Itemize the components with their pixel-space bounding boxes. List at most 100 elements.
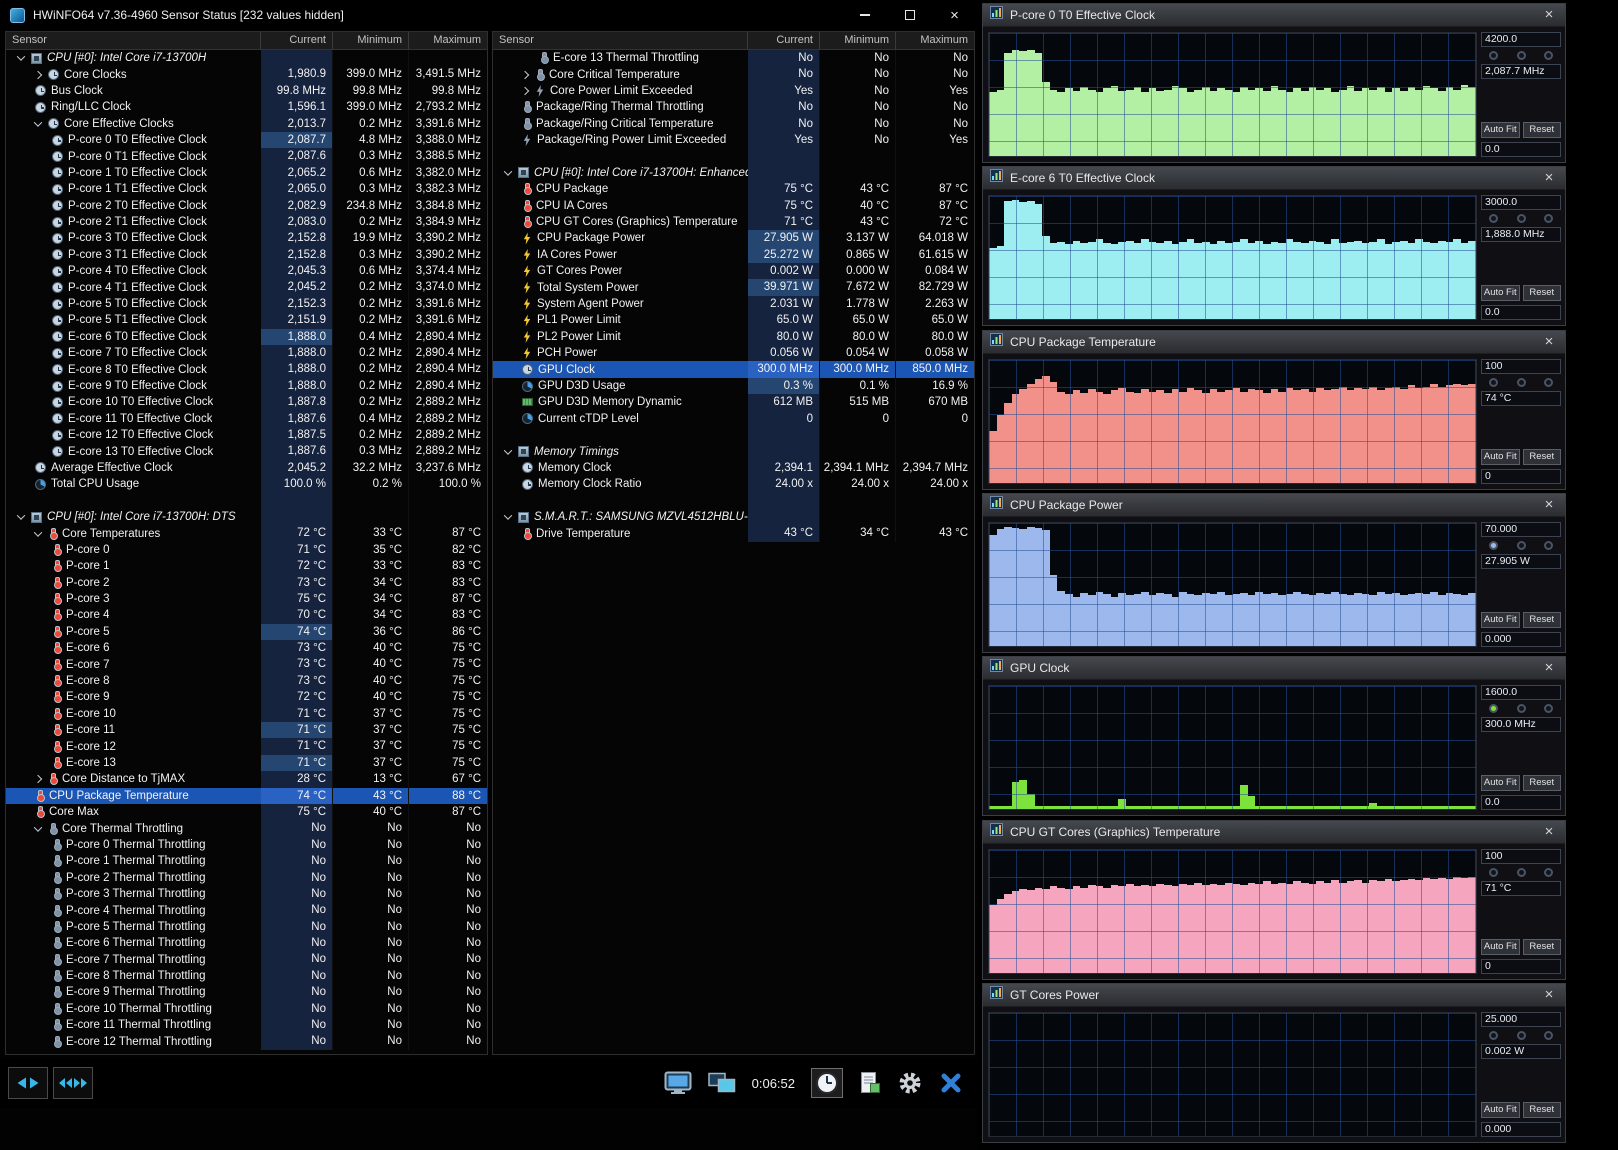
color-led[interactable]: [1517, 868, 1526, 877]
sensor-row[interactable]: Core Clocks1,980.9 MHz399.0 MHz3,491.5 M…: [6, 66, 487, 82]
auto-fit-button[interactable]: Auto Fit: [1481, 939, 1520, 955]
sensor-row[interactable]: P-core 2 T0 Effective Clock2,082.9 MHz23…: [6, 198, 487, 214]
color-led[interactable]: [1517, 704, 1526, 713]
sensor-row[interactable]: E-core 673 °C40 °C75 °C: [6, 640, 487, 656]
sensor-row[interactable]: E-core 873 °C40 °C75 °C: [6, 673, 487, 689]
swap-columns-button[interactable]: [8, 1067, 48, 1099]
graph-titlebar[interactable]: P-core 0 T0 Effective Clock×: [983, 4, 1565, 27]
scale-min-value[interactable]: 0: [1481, 959, 1561, 974]
sensor-row[interactable]: P-core 470 °C34 °C83 °C: [6, 607, 487, 623]
column-header-maximum[interactable]: Maximum: [896, 32, 974, 49]
color-led[interactable]: [1544, 541, 1553, 550]
sensor-row[interactable]: Package/Ring Power Limit ExceededYesNoYe…: [493, 132, 974, 148]
scale-min-value[interactable]: 0.000: [1481, 1122, 1561, 1137]
adjust-columns-button[interactable]: [53, 1067, 93, 1099]
sensor-row[interactable]: GPU D3D Memory Dynamic612 MB515 MB670 MB: [493, 394, 974, 410]
sensor-row[interactable]: P-core 4 T0 Effective Clock2,045.3 MHz0.…: [6, 263, 487, 279]
expander-collapsed[interactable]: [34, 70, 42, 78]
sensor-row[interactable]: Core Temperatures72 °C33 °C87 °C: [6, 525, 487, 541]
column-header-minimum[interactable]: Minimum: [333, 32, 409, 49]
column-header-sensor[interactable]: Sensor: [493, 32, 748, 49]
reset-button[interactable]: Reset: [1523, 1102, 1562, 1118]
sensor-row[interactable]: CPU [#0]: Intel Core i7-13700H: [6, 50, 487, 66]
sensor-row[interactable]: E-core 1371 °C37 °C75 °C: [6, 755, 487, 771]
sensor-row[interactable]: E-core 12 Thermal ThrottlingNoNoNo: [6, 1033, 487, 1049]
sensor-row[interactable]: E-core 11 T0 Effective Clock1,887.6 MHz0…: [6, 411, 487, 427]
sensor-row[interactable]: E-core 972 °C40 °C75 °C: [6, 689, 487, 705]
sensor-row[interactable]: P-core 0 Thermal ThrottlingNoNoNo: [6, 837, 487, 853]
expander-expanded[interactable]: [504, 446, 512, 454]
graph-close-button[interactable]: ×: [1540, 496, 1558, 514]
column-header-sensor[interactable]: Sensor: [6, 32, 261, 49]
expander-expanded[interactable]: [34, 528, 42, 536]
sensor-row[interactable]: P-core 1 T1 Effective Clock2,065.0 MHz0.…: [6, 181, 487, 197]
sensor-row[interactable]: Core Critical TemperatureNoNoNo: [493, 66, 974, 82]
scale-max-value[interactable]: 100: [1481, 849, 1561, 864]
graph-titlebar[interactable]: GT Cores Power×: [983, 984, 1565, 1007]
sensor-row[interactable]: Memory Clock2,394.1 MHz2,394.1 MHz2,394.…: [493, 460, 974, 476]
sensor-row[interactable]: GPU D3D Usage0.3 %0.1 %16.9 %: [493, 378, 974, 394]
sensor-row[interactable]: P-core 3 T1 Effective Clock2,152.8 MHz0.…: [6, 247, 487, 263]
sensor-row[interactable]: E-core 8 Thermal ThrottlingNoNoNo: [6, 968, 487, 984]
auto-fit-button[interactable]: Auto Fit: [1481, 449, 1520, 465]
sensor-row[interactable]: E-core 6 T0 Effective Clock1,888.0 MHz0.…: [6, 329, 487, 345]
sensor-row[interactable]: P-core 2 Thermal ThrottlingNoNoNo: [6, 870, 487, 886]
color-led[interactable]: [1489, 868, 1498, 877]
expander-collapsed[interactable]: [34, 775, 42, 783]
sensor-row[interactable]: E-core 10 T0 Effective Clock1,887.8 MHz0…: [6, 394, 487, 410]
sensor-row[interactable]: P-core 5 T0 Effective Clock2,152.3 MHz0.…: [6, 296, 487, 312]
sensor-row[interactable]: Memory Timings: [493, 443, 974, 459]
sensor-row[interactable]: Core Power Limit ExceededYesNoYes: [493, 83, 974, 99]
scale-min-value[interactable]: 0.0: [1481, 305, 1561, 320]
sensor-row[interactable]: CPU IA Cores75 °C40 °C87 °C: [493, 198, 974, 214]
sensor-row[interactable]: Core Effective Clocks2,013.7 MHz0.2 MHz3…: [6, 116, 487, 132]
color-led[interactable]: [1489, 378, 1498, 387]
scale-min-value[interactable]: 0: [1481, 469, 1561, 484]
sensor-row[interactable]: E-core 1171 °C37 °C75 °C: [6, 722, 487, 738]
column-header-minimum[interactable]: Minimum: [820, 32, 896, 49]
reset-button[interactable]: Reset: [1523, 612, 1562, 628]
sensor-row[interactable]: E-core 13 Thermal ThrottlingNoNoNo: [493, 50, 974, 66]
expander-expanded[interactable]: [17, 511, 25, 519]
sensor-row[interactable]: CPU [#0]: Intel Core i7-13700H: DTS: [6, 509, 487, 525]
current-value-box[interactable]: 300.0 MHz: [1481, 717, 1561, 732]
logging-timer-button[interactable]: [811, 1068, 843, 1098]
expander-expanded[interactable]: [34, 823, 42, 831]
sensor-row[interactable]: E-core 1271 °C37 °C75 °C: [6, 738, 487, 754]
expander-collapsed[interactable]: [521, 87, 529, 95]
scale-min-value[interactable]: 0.0: [1481, 142, 1561, 157]
expander-expanded[interactable]: [17, 53, 25, 61]
report-button[interactable]: [859, 1071, 881, 1095]
graph-close-button[interactable]: ×: [1540, 6, 1558, 24]
color-led[interactable]: [1489, 704, 1498, 713]
graph-titlebar[interactable]: CPU Package Power×: [983, 494, 1565, 517]
sensor-row[interactable]: E-core 13 T0 Effective Clock1,887.6 MHz0…: [6, 443, 487, 459]
scale-max-value[interactable]: 3000.0: [1481, 195, 1561, 210]
sensor-row[interactable]: Package/Ring Thermal ThrottlingNoNoNo: [493, 99, 974, 115]
remote-monitoring-button[interactable]: [708, 1071, 736, 1095]
scale-min-value[interactable]: 0.000: [1481, 632, 1561, 647]
sensor-row[interactable]: GT Cores Power0.002 W0.000 W0.084 W: [493, 263, 974, 279]
column-header-current[interactable]: Current: [748, 32, 820, 49]
sensor-row[interactable]: P-core 071 °C35 °C82 °C: [6, 542, 487, 558]
graph-close-button[interactable]: ×: [1540, 986, 1558, 1004]
scale-min-value[interactable]: 0.0: [1481, 795, 1561, 810]
quit-button[interactable]: [939, 1071, 963, 1095]
sensor-row[interactable]: E-core 9 Thermal ThrottlingNoNoNo: [6, 984, 487, 1000]
color-led[interactable]: [1517, 214, 1526, 223]
auto-fit-button[interactable]: Auto Fit: [1481, 612, 1520, 628]
sensor-row[interactable]: Drive Temperature43 °C34 °C43 °C: [493, 525, 974, 541]
sensor-row[interactable]: Total System Power39.971 W7.672 W82.729 …: [493, 279, 974, 295]
graph-titlebar[interactable]: E-core 6 T0 Effective Clock×: [983, 167, 1565, 190]
sensor-row[interactable]: CPU Package75 °C43 °C87 °C: [493, 181, 974, 197]
minimize-button[interactable]: [842, 0, 887, 30]
sensor-row[interactable]: P-core 3 Thermal ThrottlingNoNoNo: [6, 886, 487, 902]
sensor-row[interactable]: IA Cores Power25.272 W0.865 W61.615 W: [493, 247, 974, 263]
reset-button[interactable]: Reset: [1523, 122, 1562, 138]
settings-button[interactable]: [897, 1070, 923, 1096]
sensor-row[interactable]: S.M.A.R.T.: SAMSUNG MZVL4512HBLU-00...: [493, 509, 974, 525]
sensor-row[interactable]: P-core 0 T1 Effective Clock2,087.6 MHz0.…: [6, 148, 487, 164]
sensor-row[interactable]: E-core 11 Thermal ThrottlingNoNoNo: [6, 1017, 487, 1033]
sensor-row[interactable]: CPU Package Temperature74 °C43 °C88 °C: [6, 788, 487, 804]
graph-close-button[interactable]: ×: [1540, 823, 1558, 841]
